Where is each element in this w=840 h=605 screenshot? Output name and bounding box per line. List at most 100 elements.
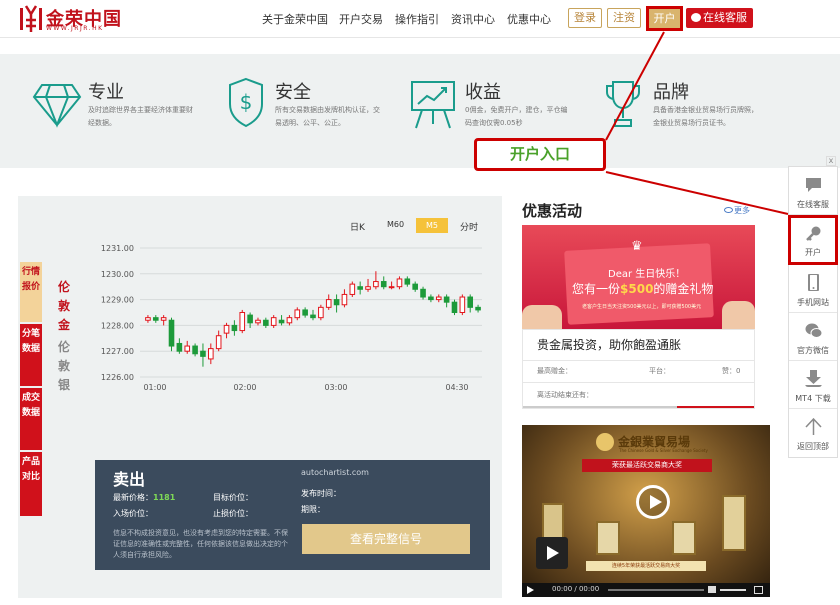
floatbar-back-to-top[interactable]: 返回顶部 <box>789 409 837 457</box>
volume-slider[interactable] <box>720 589 746 591</box>
candle-body <box>231 324 238 332</box>
control-play-icon[interactable] <box>527 586 534 594</box>
platform-label: 平台： <box>649 367 670 375</box>
candle-body <box>428 296 434 301</box>
banner-line1-post: 的赠金礼物 <box>653 282 714 296</box>
timeframe-daily[interactable]: 日K <box>350 220 365 233</box>
video-caption: 连续5年荣获最活跃交易商大奖 <box>586 561 706 571</box>
product-london-gold[interactable]: 伦敦金 <box>56 278 72 335</box>
trophy-plaque <box>722 495 746 551</box>
candle-body <box>192 345 198 355</box>
floatbar-label: 开户 <box>805 248 821 257</box>
tab-trade-data[interactable]: 成交数据 <box>20 388 42 450</box>
publish-time-label: 发布时间： <box>301 489 341 498</box>
target-price-label: 目标价位： <box>213 493 253 502</box>
candle-body <box>451 301 458 313</box>
floatbar-close-button[interactable]: x <box>826 156 836 166</box>
x-tick-label: 04:30 <box>445 383 468 392</box>
more-label: 更多 <box>734 206 750 215</box>
view-full-signal-button[interactable]: 查看完整信号 <box>302 524 470 554</box>
y-tick-label: 1227.00 <box>101 347 134 356</box>
floatbar-label: 返回顶部 <box>797 442 829 451</box>
award-video[interactable]: 金銀業貿易場 The Chinese Gold & Silver Exchang… <box>522 425 770 597</box>
candle-body <box>475 306 481 311</box>
floating-sidebar: 在线客服 开户 手机网站 官方微信 MT4 下载 返回顶部 <box>788 166 838 458</box>
timeframe-m60[interactable]: M60 <box>387 220 404 229</box>
product-london-silver[interactable]: 伦敦银 <box>56 338 72 395</box>
candlestick-chart: 1231.00 1230.00 1229.00 1228.00 1227.00 1226.… <box>101 244 482 392</box>
timeframe-m5[interactable]: M5 <box>416 218 448 233</box>
banner-line1: 您有一份$500的赠金礼物 <box>572 280 713 297</box>
birthday-promo-banner[interactable]: ♛ Dear 生日快乐！ 您有一份$500的赠金礼物 老客户生日当天注资500美… <box>522 225 755 329</box>
candle-body <box>373 281 379 288</box>
x-tick-label: 02:00 <box>233 383 256 392</box>
candle-body <box>365 286 371 290</box>
floatbar-label: 官方微信 <box>797 346 829 355</box>
signal-direction: 卖出 <box>113 470 146 489</box>
candle-body <box>160 317 167 321</box>
candle-body <box>302 309 308 316</box>
likes-row[interactable]: 赞：0 <box>722 366 740 376</box>
latest-price-value: 1181 <box>153 493 176 502</box>
fullscreen-icon[interactable] <box>754 586 763 594</box>
trading-signal-box: 卖出 最新价格：1181 目标价位： 入场价位： 止损价位： 信息不构成投资意见… <box>95 460 490 570</box>
candle-body <box>145 317 151 321</box>
promo-card-title[interactable]: 贵金属投资，助你飽盈通胀 <box>537 336 681 353</box>
floatbar-open-account[interactable]: 开户 <box>788 215 838 265</box>
timeframe-intraday[interactable]: 分时 <box>460 220 478 233</box>
hand-left <box>522 305 562 329</box>
video-subtitle: The Chinese Gold & Silver Exchange Socie… <box>619 448 708 453</box>
candle-body <box>459 296 466 313</box>
floatbar-online-service[interactable]: 在线客服 <box>789 167 837 215</box>
candle-body <box>404 278 411 285</box>
banner-greeting: Dear 生日快乐！ <box>608 269 686 280</box>
countdown-label: 离活动结束还有： <box>537 391 593 399</box>
floatbar-label: 在线客服 <box>797 200 829 209</box>
video-controls: 00:00 / 00:00 <box>522 583 770 597</box>
phone-icon <box>808 274 819 291</box>
stop-loss-label: 止损价位： <box>213 509 253 518</box>
candle-body <box>239 312 246 332</box>
x-tick-label: 03:00 <box>324 383 347 392</box>
floatbar-mobile-site[interactable]: 手机网站 <box>789 265 837 313</box>
award-ribbon: 荣获最活跃交易商大奖 <box>582 459 712 472</box>
bonus-label: 最高赠金： <box>537 367 572 375</box>
more-link[interactable]: 更多 <box>724 205 750 216</box>
arrow-up-icon <box>805 418 822 435</box>
volume-icon[interactable] <box>708 586 716 593</box>
period-label: 期限： <box>301 505 325 514</box>
center-play-icon[interactable] <box>636 485 670 519</box>
tab-product-compare[interactable]: 产品对比 <box>20 452 42 516</box>
candle-body <box>349 283 356 295</box>
trophy-plaque <box>672 521 696 555</box>
candle-body <box>255 319 261 324</box>
countdown-progress <box>677 406 754 408</box>
candle-body <box>325 299 332 308</box>
cake-icon: ♛ <box>631 239 643 254</box>
y-tick-label: 1231.00 <box>101 244 134 253</box>
chat-bubble-icon <box>806 178 821 192</box>
candle-body <box>263 319 269 326</box>
likes-label: 赞： <box>722 367 736 375</box>
candle-body <box>168 319 175 347</box>
key-icon <box>806 226 821 241</box>
likes-count: 0 <box>736 367 741 375</box>
y-tick-label: 1226.00 <box>101 373 134 382</box>
video-seek-bar[interactable] <box>608 589 704 591</box>
signal-disclaimer: 信息不构成投资意见，也没有考虑到您的特定需要。不保证信息的准确性或完整性，任何依… <box>113 529 288 559</box>
tab-quotes[interactable]: 行情报价 <box>20 262 42 322</box>
floatbar-wechat[interactable]: 官方微信 <box>789 313 837 361</box>
y-tick-label: 1228.00 <box>101 321 134 330</box>
candle-body <box>380 281 387 288</box>
candle-body <box>357 286 363 290</box>
candle-body <box>341 293 348 306</box>
floatbar-label: MT4 下载 <box>795 394 831 403</box>
floatbar-mt4-download[interactable]: MT4 下载 <box>789 361 837 409</box>
entry-price-label: 入场价位： <box>113 509 153 518</box>
candle-body <box>278 319 285 324</box>
candle-body <box>184 345 191 352</box>
play-button[interactable] <box>536 537 568 569</box>
candle-body <box>420 288 426 298</box>
tab-tick-data[interactable]: 分笔数据 <box>20 324 42 386</box>
candle-body <box>435 296 442 301</box>
